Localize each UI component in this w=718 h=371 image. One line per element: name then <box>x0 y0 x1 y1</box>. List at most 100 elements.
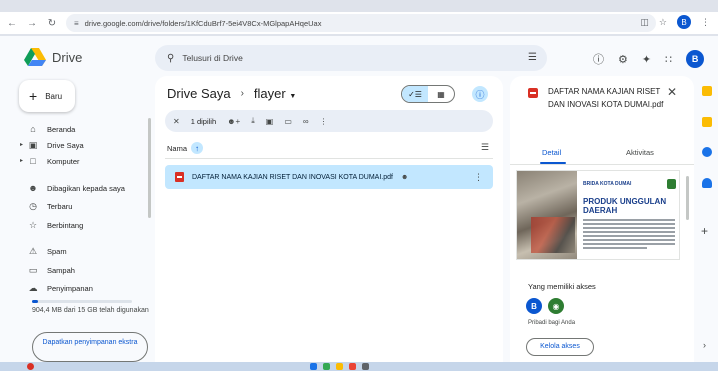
tasks-icon[interactable] <box>702 147 712 157</box>
column-header-label: Nama <box>167 143 188 153</box>
more-actions-icon[interactable]: ⋮ <box>320 117 328 126</box>
get-more-storage-button[interactable]: Dapatkan penyimpanan ekstra <box>32 332 148 362</box>
share-icon[interactable]: ☻+ <box>227 117 240 126</box>
taskbar-app-icon[interactable] <box>362 363 369 370</box>
sort-options-icon[interactable]: ☰ <box>481 142 489 153</box>
details-title: DAFTAR NAMA KAJIAN RISET DAN INOVASI KOT… <box>548 87 664 109</box>
account-avatar[interactable]: B <box>686 50 705 68</box>
search-input[interactable]: ⚲ Telusuri di Drive ☰ <box>155 45 547 71</box>
storage-bar-fill <box>32 300 38 303</box>
address-bar-row: ← → ↻ ≡ drive.google.com/drive/folders/1… <box>0 12 718 34</box>
settings-icon[interactable]: ⚙ <box>618 53 628 66</box>
spam-icon: ⚠ <box>28 245 38 256</box>
install-icon[interactable]: ◫ <box>640 17 649 28</box>
sidebar-scrollbar[interactable] <box>148 118 151 218</box>
sidebar-item-home[interactable]: ⌂ Beranda <box>28 122 75 136</box>
drive-logo[interactable]: Drive <box>24 48 82 66</box>
reload-icon[interactable]: ↻ <box>44 15 60 31</box>
taskbar-apps <box>310 363 369 370</box>
name-column-header[interactable]: Nama ↑ <box>167 142 204 154</box>
sidebar-item-label: Spam <box>47 246 67 256</box>
more-actions-icon[interactable]: ⋮ <box>474 172 483 183</box>
clear-selection-icon[interactable]: ✕ <box>173 117 180 126</box>
file-name: DAFTAR NAMA KAJIAN RISET DAN INOVASI KOT… <box>192 173 393 181</box>
site-info-icon[interactable]: ≡ <box>74 19 79 28</box>
tab-detail[interactable]: Detail <box>542 148 561 157</box>
sidebar-item-computers[interactable]: □ Komputer <box>28 154 80 168</box>
grid-view-button[interactable]: ▦ <box>428 86 454 102</box>
pdf-file-icon <box>528 88 538 98</box>
selection-count: 1 dipilih <box>190 116 217 126</box>
bookmark-star-icon[interactable]: ☆ <box>659 17 667 28</box>
details-info-icon[interactable]: ⓘ <box>472 86 488 102</box>
taskbar-app-icon[interactable] <box>323 363 330 370</box>
url-bar[interactable]: ≡ drive.google.com/drive/folders/1KfCduB… <box>66 14 656 32</box>
calendar-icon[interactable] <box>702 86 712 96</box>
chevron-down-icon: ▼ <box>289 93 297 100</box>
apps-grid-icon[interactable]: ∷ <box>665 53 672 66</box>
owner-avatar[interactable]: B <box>526 298 542 314</box>
breadcrumb-root[interactable]: Drive Saya <box>167 86 231 101</box>
move-icon[interactable]: ▣ <box>266 117 274 126</box>
download-icon[interactable]: ⤓ <box>251 116 255 126</box>
access-title: Yang memiliki akses <box>528 282 596 291</box>
gemini-icon[interactable]: ✦ <box>642 53 651 66</box>
tab-activity[interactable]: Aktivitas <box>626 148 654 157</box>
keep-icon[interactable] <box>702 117 712 127</box>
browser-menu-icon[interactable]: ⋮ <box>701 17 710 28</box>
breadcrumb-current[interactable]: flayer ▼ <box>254 86 296 101</box>
list-view-button[interactable]: ✓☰ <box>402 86 428 102</box>
delete-icon[interactable]: ▭ <box>284 117 292 126</box>
sidebar-item-storage[interactable]: ☁ Penyimpanan <box>28 281 93 295</box>
sort-ascending-icon[interactable]: ↑ <box>191 142 204 154</box>
url-text: drive.google.com/drive/folders/1KfCduBrf… <box>84 18 322 28</box>
copy-link-icon[interactable]: ∞ <box>303 117 309 126</box>
divider <box>165 158 493 159</box>
taskbar-app-icon[interactable] <box>310 363 317 370</box>
star-icon: ☆ <box>28 219 38 230</box>
view-toggle: ✓☰ ▦ <box>401 85 455 103</box>
sidebar-item-label: Komputer <box>47 156 80 166</box>
sidebar-item-my-drive[interactable]: ▣ Drive Saya <box>28 138 84 152</box>
new-button[interactable]: + Baru <box>19 80 75 112</box>
taskbar <box>0 362 718 371</box>
sidebar-item-label: Penyimpanan <box>47 283 93 293</box>
browser-profile-avatar[interactable]: B <box>677 15 691 29</box>
back-icon[interactable]: ← <box>4 15 20 31</box>
search-options-icon[interactable]: ☰ <box>528 52 537 63</box>
storage-usage-text: 904,4 MB dari 15 GB telah digunakan <box>32 307 149 314</box>
shared-icon: ☻ <box>28 183 38 193</box>
preview-heading-small: BRIDA KOTA DUMAI <box>583 181 632 187</box>
expand-computers-caret-icon[interactable]: ▸ <box>20 157 23 164</box>
preview-logo-icon <box>667 179 676 189</box>
table-row[interactable]: DAFTAR NAMA KAJIAN RISET DAN INOVASI KOT… <box>165 165 493 189</box>
help-icon[interactable]: ⓘ <box>593 51 604 67</box>
details-scrollbar[interactable] <box>686 176 689 220</box>
sidebar-item-spam[interactable]: ⚠ Spam <box>28 244 67 258</box>
sidebar-item-starred[interactable]: ☆ Berbintang <box>28 218 83 232</box>
selection-toolbar: ✕ 1 dipilih ☻+ ⤓ ▣ ▭ ∞ ⋮ <box>165 110 493 132</box>
clock-icon: ◷ <box>29 200 37 211</box>
sidebar-item-recent[interactable]: ◷ Terbaru <box>28 199 72 213</box>
contacts-icon[interactable] <box>702 178 712 188</box>
taskbar-app-icon[interactable] <box>336 363 343 370</box>
add-addon-icon[interactable]: + <box>701 224 708 238</box>
sidebar-item-shared[interactable]: ☻ Dibagikan kepada saya <box>28 181 125 195</box>
search-icon[interactable]: ⚲ <box>167 53 174 64</box>
access-avatar-icon[interactable]: ◉ <box>548 298 564 314</box>
breadcrumb: Drive Saya › flayer ▼ <box>167 86 296 101</box>
notification-dot-icon[interactable] <box>27 363 34 370</box>
forward-icon[interactable]: → <box>24 15 40 31</box>
close-icon[interactable]: ✕ <box>667 85 677 99</box>
sidebar-item-label: Sampah <box>47 265 75 275</box>
file-preview-thumbnail[interactable]: BRIDA KOTA DUMAI PRODUK UNGGULAN DAERAH <box>516 170 680 260</box>
file-list-panel: Drive Saya › flayer ▼ ✓☰ ▦ ⓘ ✕ 1 dipilih… <box>155 76 503 371</box>
sidebar-item-label: Terbaru <box>47 201 73 211</box>
manage-access-button[interactable]: Kelola akses <box>526 338 594 356</box>
private-text: Pribadi bagi Anda <box>528 320 576 326</box>
chevron-right-icon[interactable]: › <box>703 340 706 350</box>
sidebar-item-trash[interactable]: ▭ Sampah <box>28 263 75 277</box>
preview-heading: PRODUK UNGGULAN DAERAH <box>583 197 667 215</box>
taskbar-app-icon[interactable] <box>349 363 356 370</box>
expand-drive-caret-icon[interactable]: ▸ <box>20 141 23 148</box>
